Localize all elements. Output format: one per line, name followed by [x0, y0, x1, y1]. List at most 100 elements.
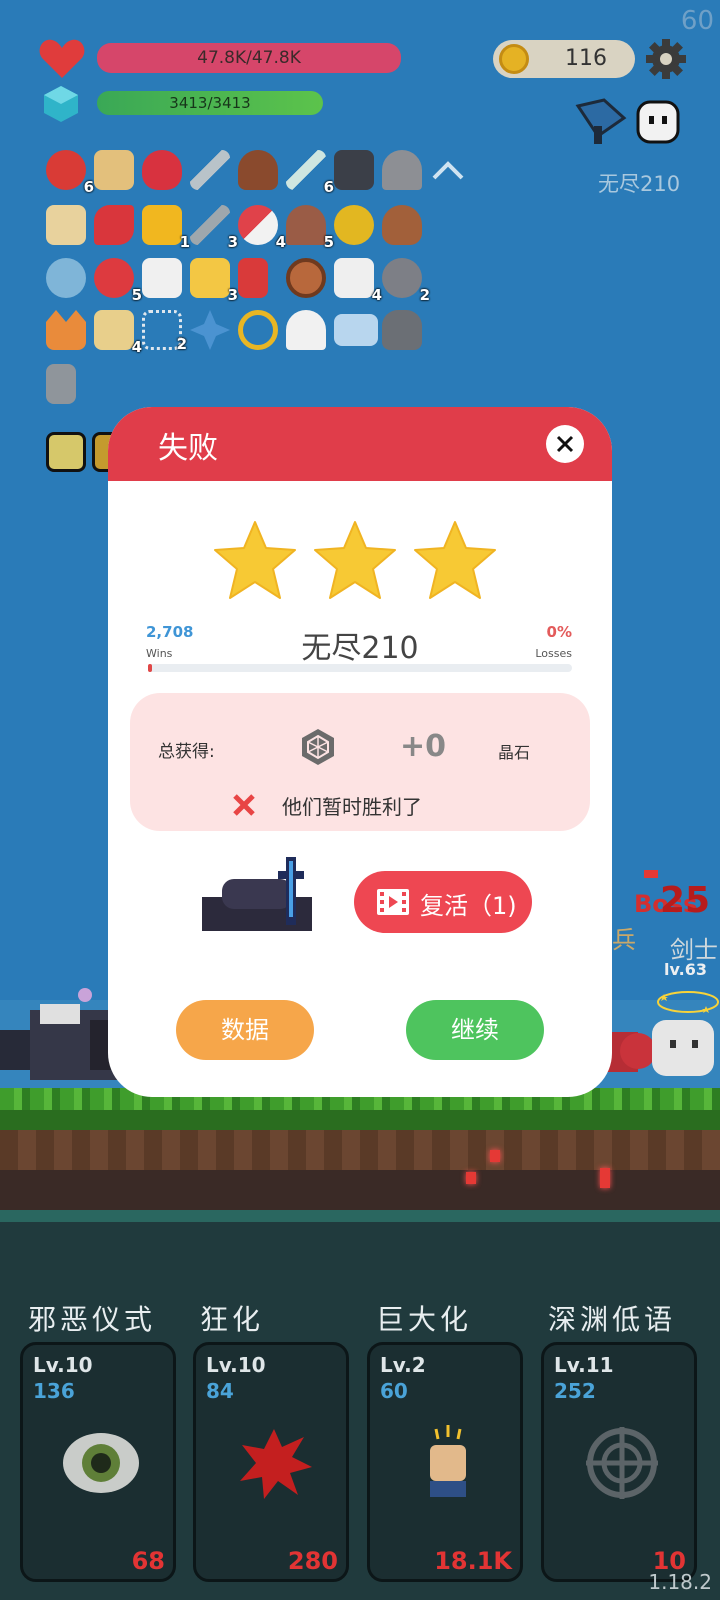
version-label: 1.18.2: [648, 1570, 712, 1594]
cheese-item-icon[interactable]: 3: [190, 258, 238, 304]
chevron-up-icon[interactable]: [430, 158, 466, 182]
helmet-item-icon[interactable]: [382, 150, 422, 190]
skill-name-3: 巨大化: [376, 1303, 473, 1336]
cross-icon: [233, 794, 255, 816]
endless-level-label: 无尽210: [598, 172, 681, 196]
stun-stars-icon: [657, 991, 719, 1013]
reward-box: 总获得: +0 晶石 他们暂时胜利了: [130, 693, 590, 831]
star-icon: [314, 521, 396, 599]
revive-label: 复活（1): [420, 892, 517, 920]
skill-card-evil-ritual[interactable]: Lv.10 136 68: [20, 1342, 176, 1582]
checklist-item-icon[interactable]: [142, 258, 182, 298]
mace-item-icon[interactable]: 2: [382, 258, 430, 304]
egg-item-icon[interactable]: [334, 205, 374, 245]
skill-cost: 136: [33, 1379, 75, 1403]
losses-value: 0%: [546, 623, 572, 641]
splat-icon: [240, 1429, 312, 1499]
star-icon: [214, 521, 296, 599]
revive-button[interactable]: 复活（1): [354, 871, 532, 933]
win-loss-bar: [148, 664, 572, 672]
video-icon: [377, 889, 409, 915]
wins-label: Wins: [146, 647, 173, 660]
skill-card-berserk[interactable]: Lv.10 84 280: [193, 1342, 349, 1582]
tombstone-item-icon[interactable]: 5: [286, 205, 334, 251]
stage-name: 无尽210: [301, 631, 419, 666]
skill-value: 280: [287, 1547, 338, 1575]
arrows-item-icon[interactable]: 2: [142, 310, 187, 353]
gear-icon[interactable]: [645, 38, 687, 80]
skill-name-2: 狂化: [200, 1303, 265, 1336]
shield-item-icon[interactable]: [286, 258, 326, 298]
stats-button[interactable]: 数据: [176, 1000, 314, 1060]
treasure-map-item-icon[interactable]: [46, 205, 86, 245]
reward-value: +0: [400, 729, 447, 764]
hammer-item-icon[interactable]: [46, 364, 76, 404]
result-note: 他们暂时胜利了: [282, 795, 422, 819]
enemy-level: lv.63: [664, 960, 707, 979]
relic-item-icon[interactable]: [46, 432, 86, 472]
skill-name-4: 深渊低语: [548, 1303, 677, 1336]
particle: [490, 1150, 500, 1162]
syringe-item-icon[interactable]: 6: [286, 150, 334, 196]
axe-pet-icon: [575, 98, 627, 144]
reward-unit: 晶石: [498, 743, 531, 762]
win-loss-fill: [148, 664, 153, 672]
sock-item-icon[interactable]: [238, 258, 268, 298]
dirt-dark-layer: [0, 1170, 720, 1210]
ghost-item-icon[interactable]: [286, 310, 326, 350]
battery-item-icon[interactable]: 1: [142, 205, 190, 251]
dialog-header: 失败: [108, 407, 612, 481]
strawberry-item-icon[interactable]: 5: [94, 258, 142, 304]
fps-counter: 60: [680, 6, 714, 36]
potion-item-icon[interactable]: [46, 258, 86, 298]
skill-cost: 84: [206, 1379, 234, 1403]
apple-item-icon[interactable]: 6: [46, 150, 94, 196]
star-icon: [414, 521, 496, 599]
mana-gem-icon: [44, 86, 78, 122]
particle: [644, 870, 658, 878]
hp-bar: 47.8K/47.8K: [97, 43, 401, 73]
shoe-item-icon[interactable]: [94, 205, 134, 245]
skill-level: Lv.11: [554, 1353, 614, 1377]
dice-item-icon[interactable]: 4: [334, 258, 382, 304]
close-icon: [556, 435, 574, 453]
mana-bar: 3413/3413: [97, 91, 323, 115]
continue-button[interactable]: 继续: [406, 1000, 544, 1060]
dagger-item-icon[interactable]: 3: [190, 205, 238, 251]
coin-counter: 116: [493, 40, 635, 78]
grass-edge: [0, 1110, 720, 1132]
meat-item-icon[interactable]: [382, 205, 422, 245]
defeat-dialog: 失败 2,708 Wins 无尽210 0% Losses 总获得: +0 晶石…: [108, 407, 612, 1097]
skull-book-item-icon[interactable]: [334, 150, 374, 190]
skill-name-1: 邪恶仪式: [28, 1303, 157, 1336]
skill-cost: 252: [554, 1379, 596, 1403]
coin-icon: [499, 44, 529, 74]
ghost-pet-icon: [636, 100, 680, 144]
ring-item-icon[interactable]: [238, 310, 278, 350]
close-button[interactable]: [546, 425, 584, 463]
skill-card-abyss-whisper[interactable]: Lv.11 252 10: [541, 1342, 697, 1582]
pill-item-icon[interactable]: 4: [238, 205, 286, 251]
glove-item-icon[interactable]: [382, 310, 422, 350]
fist-icon: [430, 1425, 466, 1497]
soldier-label: 兵: [612, 926, 636, 954]
skill-card-giant[interactable]: Lv.2 60 18.1K: [367, 1342, 523, 1582]
mushroom-item-icon[interactable]: [238, 150, 278, 190]
skill-value: 18.1K: [434, 1547, 512, 1575]
heart-item-icon[interactable]: [142, 150, 182, 190]
particle: [600, 1168, 610, 1188]
quill-item-icon[interactable]: 4: [94, 310, 142, 356]
eye-icon: [63, 1433, 139, 1493]
sword-item-icon[interactable]: [190, 150, 230, 190]
skill-value: 68: [131, 1547, 165, 1575]
crosshair-icon: [586, 1427, 658, 1499]
skill-cost: 60: [380, 1379, 408, 1403]
wins-value: 2,708: [146, 623, 194, 641]
losses-label: Losses: [535, 647, 572, 660]
scroll-item-icon[interactable]: [94, 150, 134, 190]
card-item-icon[interactable]: [334, 314, 378, 346]
coin-value: 116: [565, 46, 607, 71]
particle: [466, 1172, 476, 1184]
skill-level: Lv.10: [206, 1353, 266, 1377]
particle: [78, 988, 92, 1002]
